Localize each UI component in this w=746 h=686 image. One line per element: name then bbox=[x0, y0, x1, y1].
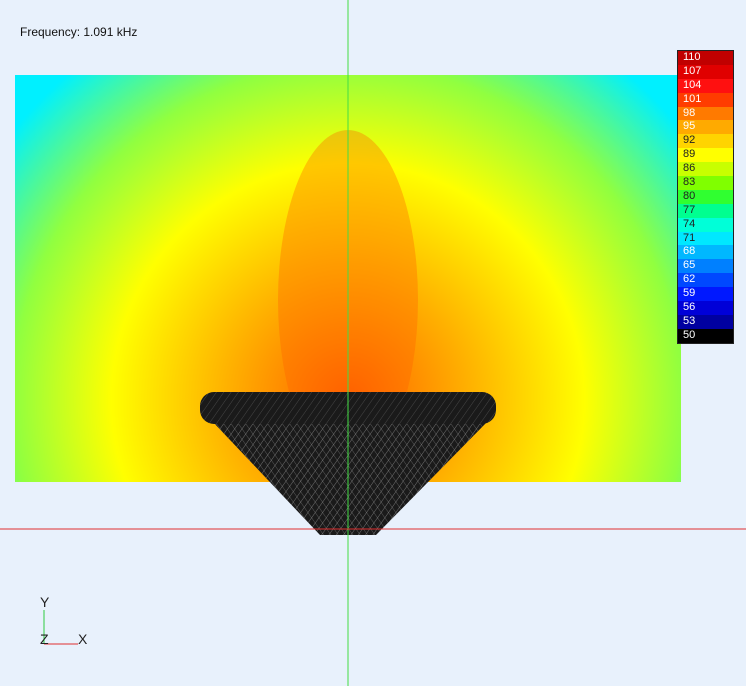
legend-entry: 50 bbox=[678, 328, 733, 343]
simulation-viewport[interactable] bbox=[0, 0, 746, 686]
legend-entry: 95 bbox=[678, 120, 733, 135]
legend-entry: 86 bbox=[678, 162, 733, 177]
legend-entry: 89 bbox=[678, 148, 733, 163]
legend-entry: 65 bbox=[678, 259, 733, 274]
legend-entry: 74 bbox=[678, 217, 733, 232]
legend-entry: 101 bbox=[678, 92, 733, 107]
legend-entry: 92 bbox=[678, 134, 733, 149]
legend-entry: 98 bbox=[678, 106, 733, 121]
legend-entry: 110 bbox=[678, 51, 733, 65]
legend-entry: 68 bbox=[678, 245, 733, 260]
legend-entry: 77 bbox=[678, 203, 733, 218]
axis-y-label: Y bbox=[40, 594, 50, 610]
frequency-label: Frequency: 1.091 kHz bbox=[20, 25, 138, 39]
color-scale-legend: 110 107 104 101 98 95 92 89 86 83 80 77 74 71 68 65 62 59… bbox=[677, 50, 734, 344]
legend-entry: 59 bbox=[678, 287, 733, 302]
legend-entry: 71 bbox=[678, 231, 733, 246]
legend-entry: 62 bbox=[678, 273, 733, 288]
legend-entry: 56 bbox=[678, 301, 733, 315]
axis-x-label: X bbox=[78, 631, 88, 647]
legend-entry: 83 bbox=[678, 176, 733, 190]
axis-z-label: Z bbox=[40, 631, 49, 647]
legend-entry: 104 bbox=[678, 78, 733, 93]
legend-entry: 53 bbox=[678, 314, 733, 329]
orientation-axes bbox=[43, 610, 78, 645]
legend-entry: 80 bbox=[678, 189, 733, 204]
legend-entry: 107 bbox=[678, 64, 733, 79]
